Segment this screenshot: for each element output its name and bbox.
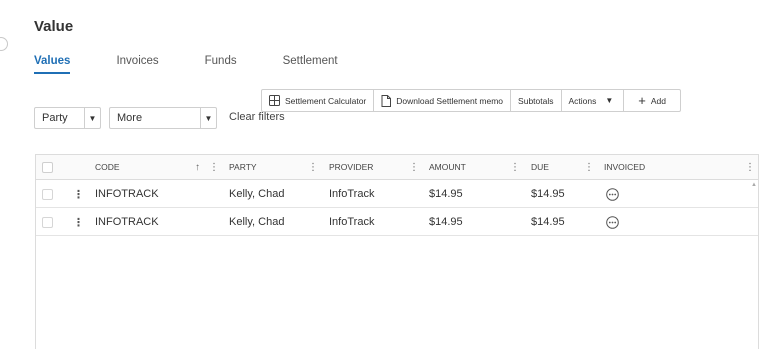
column-header-provider[interactable]: PROVIDER (329, 155, 373, 179)
select-all-checkbox-wrap (42, 155, 53, 179)
row-checkbox[interactable] (42, 188, 53, 200)
table-header: CODE ↑ ⋮ PARTY ⋮ PROVIDER ⋮ AMOUNT ⋮ DUE… (36, 155, 758, 180)
settlement-calculator-label: Settlement Calculator (285, 95, 367, 106)
row-menu-icon[interactable]: ⋮ (73, 181, 84, 207)
tab-funds[interactable]: Funds (205, 55, 237, 74)
add-button[interactable]: + Add (624, 90, 680, 111)
clear-filters-link[interactable]: Clear filters (229, 111, 285, 123)
cell-due: $14.95 (531, 188, 565, 200)
add-label: Add (650, 95, 667, 106)
more-filter-dropdown[interactable]: More ▼ (109, 107, 217, 129)
column-menu-icon[interactable]: ⋮ (584, 155, 594, 179)
scroll-up-arrow-icon[interactable]: ▲ (750, 182, 758, 190)
document-icon (381, 94, 392, 107)
row-menu-icon[interactable]: ⋮ (73, 209, 84, 235)
cell-party: Kelly, Chad (229, 188, 285, 200)
cell-amount: $14.95 (429, 188, 463, 200)
column-menu-icon[interactable]: ⋮ (510, 155, 520, 179)
sort-ascending-icon[interactable]: ↑ (195, 155, 200, 179)
caret-down-icon: ▼ (84, 108, 100, 128)
subtotals-label: Subtotals (518, 95, 554, 106)
collapse-handle[interactable] (0, 37, 8, 51)
party-filter-dropdown[interactable]: Party ▼ (34, 107, 101, 129)
column-header-code[interactable]: CODE (95, 155, 120, 179)
row-checkbox-wrap (42, 181, 53, 207)
column-menu-icon[interactable]: ⋮ (209, 155, 219, 179)
column-header-due[interactable]: DUE (531, 155, 549, 179)
tab-settlement[interactable]: Settlement (283, 55, 338, 74)
column-header-invoiced[interactable]: INVOICED (604, 155, 645, 179)
party-filter-label: Party (42, 112, 68, 124)
actions-label: Actions (568, 95, 597, 106)
select-all-checkbox[interactable] (42, 161, 53, 173)
actions-button[interactable]: Actions ▼ (562, 90, 625, 111)
cell-due: $14.95 (531, 216, 565, 228)
tab-values[interactable]: Values (34, 55, 71, 74)
cell-code: INFOTRACK (95, 216, 159, 228)
row-checkbox-wrap (42, 209, 53, 235)
cell-code: INFOTRACK (95, 188, 159, 200)
row-checkbox[interactable] (42, 216, 53, 228)
cell-amount: $14.95 (429, 216, 463, 228)
calculator-icon (269, 95, 280, 106)
column-menu-icon[interactable]: ⋮ (409, 155, 419, 179)
toolbar: Settlement Calculator Download Settlemen… (261, 89, 682, 112)
tab-bar: Values Invoices Funds Settlement (34, 55, 384, 75)
column-header-amount[interactable]: AMOUNT (429, 155, 466, 179)
column-menu-icon[interactable]: ⋮ (745, 155, 755, 179)
column-header-party[interactable]: PARTY (229, 155, 257, 179)
plus-icon: + (638, 93, 646, 108)
download-settlement-memo-button[interactable]: Download Settlement memo (374, 90, 512, 111)
ellipsis-circle-icon[interactable] (606, 181, 619, 207)
page-title: Value (34, 18, 74, 35)
cell-party: Kelly, Chad (229, 216, 285, 228)
table-row[interactable]: ⋮ INFOTRACK Kelly, Chad InfoTrack $14.95… (36, 181, 758, 208)
more-filter-label: More (117, 112, 143, 124)
table-row[interactable]: ⋮ INFOTRACK Kelly, Chad InfoTrack $14.95… (36, 209, 758, 236)
caret-down-icon: ▼ (605, 96, 614, 105)
cell-provider: InfoTrack (329, 188, 375, 200)
download-settlement-memo-label: Download Settlement memo (396, 95, 504, 106)
values-table: CODE ↑ ⋮ PARTY ⋮ PROVIDER ⋮ AMOUNT ⋮ DUE… (35, 154, 759, 349)
caret-down-icon: ▼ (200, 108, 216, 128)
ellipsis-circle-icon[interactable] (606, 209, 619, 235)
cell-provider: InfoTrack (329, 216, 375, 228)
tab-invoices[interactable]: Invoices (116, 55, 158, 74)
subtotals-button[interactable]: Subtotals (511, 90, 562, 111)
column-menu-icon[interactable]: ⋮ (308, 155, 318, 179)
settlement-calculator-button[interactable]: Settlement Calculator (262, 90, 375, 111)
